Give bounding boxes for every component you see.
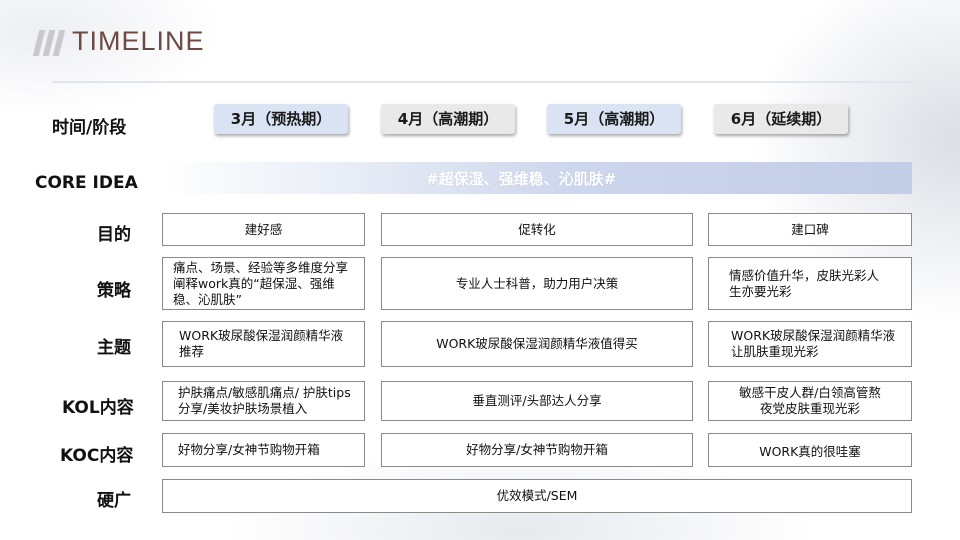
kol-cell: 敏感干皮人群/白领高管熬夜党皮肤重现光彩 (708, 381, 912, 421)
row-label-ads: 硬广 (97, 491, 131, 511)
page-title: TIMELINE (72, 26, 205, 56)
phase-may: 5月（高潮期） (547, 104, 681, 134)
row-label-koc: KOC内容 (60, 446, 134, 466)
theme-cell: WORK玻尿酸保湿润颜精华液值得买 (381, 321, 693, 367)
theme-text: WORK玻尿酸保湿润颜精华液值得买 (436, 336, 638, 351)
strategy-text: 专业人士科普，助力用户决策 (455, 275, 619, 291)
purpose-text: 促转化 (518, 221, 556, 237)
kol-text: 敏感干皮人群/白领高管熬夜党皮肤重现光彩 (739, 385, 881, 416)
purpose-text: 建好感 (244, 221, 283, 237)
phase-june: 6月（延续期） (714, 104, 848, 134)
theme-text: WORK玻尿酸保湿润颜精华液让肌肤重现光彩 (731, 328, 896, 359)
theme-text: WORK玻尿酸保湿润颜精华液推荐 (179, 328, 344, 359)
strategy-cell: 痛点、场景、经验等多维度分享 阐释work真的“超保湿、强维稳、沁肌肤” (162, 257, 365, 310)
title-bars-icon (32, 30, 66, 56)
title-divider (52, 81, 914, 83)
koc-cell: 好物分享/女神节购物开箱 (162, 433, 365, 467)
row-label-kol: KOL内容 (62, 398, 134, 418)
strategy-cell: 情感价值升华，皮肤光彩人生亦要光彩 (708, 257, 912, 310)
strategy-text: 痛点、场景、经验等多维度分享 阐释work真的“超保湿、强维稳、沁肌肤” (173, 259, 349, 307)
strategy-cell: 专业人士科普，助力用户决策 (381, 257, 693, 310)
kol-text: 垂直测评/头部达人分享 (472, 393, 602, 408)
strategy-text: 情感价值升华，皮肤光彩人生亦要光彩 (729, 267, 880, 299)
kol-cell: 护肤痛点/敏感肌痛点/ 护肤tips分享/美妆护肤场景植入 (162, 381, 365, 421)
row-label-strategy: 策略 (97, 281, 131, 301)
koc-text: WORK真的很哇塞 (759, 444, 861, 459)
purpose-cell: 促转化 (381, 213, 693, 246)
kol-cell: 垂直测评/头部达人分享 (381, 381, 693, 421)
ads-text: 优效模式/SEM (496, 488, 578, 503)
kol-text: 护肤痛点/敏感肌痛点/ 护肤tips分享/美妆护肤场景植入 (178, 385, 351, 416)
core-idea-text: #超保湿、强维稳、沁肌肤# (426, 170, 617, 188)
theme-cell: WORK玻尿酸保湿润颜精华液推荐 (162, 321, 365, 367)
row-label-core: CORE IDEA (35, 173, 138, 193)
theme-cell: WORK玻尿酸保湿润颜精华液让肌肤重现光彩 (708, 321, 912, 367)
purpose-cell: 建口碑 (708, 213, 912, 246)
purpose-cell: 建好感 (162, 213, 365, 246)
row-label-theme: 主题 (97, 338, 131, 358)
koc-text: 好物分享/女神节购物开箱 (466, 442, 608, 457)
koc-cell: WORK真的很哇塞 (708, 433, 912, 467)
ads-cell: 优效模式/SEM (162, 479, 912, 513)
phase-march: 3月（预热期） (214, 104, 348, 134)
phase-april: 4月（高潮期） (381, 104, 515, 134)
koc-text: 好物分享/女神节购物开箱 (178, 442, 320, 457)
row-label-purpose: 目的 (97, 225, 131, 245)
row-label-phase: 时间/阶段 (52, 118, 127, 138)
purpose-text: 建口碑 (791, 221, 829, 237)
koc-cell: 好物分享/女神节购物开箱 (381, 433, 693, 467)
